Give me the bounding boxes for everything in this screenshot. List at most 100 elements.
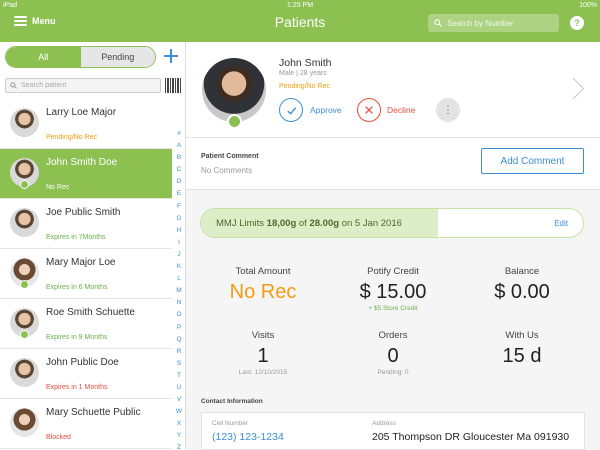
status-bar: iPad 1:25 PM 100%	[3, 2, 597, 12]
avatar	[10, 108, 39, 137]
alphabet-letter[interactable]: W	[176, 406, 182, 418]
verified-badge-icon	[20, 330, 29, 339]
alphabet-letter[interactable]: I	[178, 237, 180, 249]
alphabet-letter[interactable]: C	[177, 164, 182, 176]
alphabet-letter[interactable]: D	[177, 176, 182, 188]
barcode-scan-icon[interactable]	[165, 78, 181, 93]
alphabet-letter[interactable]: H	[177, 225, 182, 237]
list-item[interactable]: John Smith Doe No Rec	[0, 149, 172, 199]
mmj-of: of	[298, 218, 307, 229]
tab-pending[interactable]: Pending	[80, 47, 155, 67]
more-options-icon[interactable]: ⋮	[436, 98, 460, 122]
total-amount-stat: Total Amount No Rec	[198, 266, 328, 304]
alphabet-letter[interactable]: O	[176, 309, 181, 321]
stat-value: 15 d	[502, 345, 542, 367]
orders-stat: Orders 0 Pending: 0	[328, 330, 458, 376]
verified-badge-icon	[227, 114, 242, 129]
alphabet-letter[interactable]: G	[176, 213, 181, 225]
alphabet-letter[interactable]: #	[177, 128, 181, 140]
decline-label[interactable]: Decline	[387, 105, 415, 115]
patient-name: Mary Major Loe	[46, 257, 116, 268]
contact-section-label: Contact Information	[201, 398, 263, 405]
alphabet-letter[interactable]: Q	[176, 334, 181, 346]
cell-number-link[interactable]: (123) 123-1234	[212, 431, 284, 443]
patient-status: Pending/No Rec	[279, 83, 330, 90]
stat-sub: Pending: 0	[377, 369, 409, 376]
alphabet-letter[interactable]: S	[177, 358, 181, 370]
stat-label: Potify Credit	[367, 266, 419, 277]
with-us-stat: With Us 15 d	[457, 330, 587, 368]
alphabet-letter[interactable]: Z	[177, 442, 181, 450]
alphabet-letter[interactable]: V	[177, 394, 181, 406]
balance-stat: Balance $ 0.00	[457, 266, 587, 304]
alphabet-letter[interactable]: F	[177, 201, 181, 213]
add-patient-icon[interactable]	[163, 48, 179, 64]
approve-button[interactable]	[279, 98, 303, 122]
search-placeholder: Search patient	[21, 82, 67, 89]
mmj-limit: 28.00g	[309, 218, 340, 229]
alphabet-letter[interactable]: Y	[177, 430, 181, 442]
visits-stat: Visits 1 Last: 12/10/2015	[198, 330, 328, 376]
patient-list-panel: All Pending Search patient Larry Loe Maj…	[0, 42, 186, 450]
stat-sub: Last: 12/10/2015	[238, 369, 288, 376]
patient-name: John Smith	[279, 57, 332, 69]
add-comment-button[interactable]: Add Comment	[481, 148, 584, 174]
search-placeholder: Search by Number	[447, 18, 514, 28]
stat-value: No Rec	[229, 281, 297, 303]
patient-name: Mary Schuette Public	[46, 407, 141, 418]
mmj-used: 18,00g	[266, 218, 297, 229]
patient-name: Larry Loe Major	[46, 107, 117, 118]
chevron-right-icon[interactable]	[569, 78, 583, 100]
alphabet-letter[interactable]: A	[177, 140, 181, 152]
alphabet-letter[interactable]: M	[176, 285, 181, 297]
patient-search-input[interactable]: Search patient	[5, 78, 161, 93]
filter-segmented-control: All Pending	[5, 46, 156, 68]
alphabet-letter[interactable]: N	[177, 297, 182, 309]
carrier-label: iPad	[3, 2, 18, 9]
stat-label: Visits	[251, 330, 275, 341]
patient-status: Expires in 1 Months	[46, 384, 108, 391]
alphabet-letter[interactable]: R	[177, 346, 182, 358]
tab-all[interactable]: All	[6, 47, 81, 67]
mmj-limits-bar: MMJ Limits 18,00g of 28.00g on 5 Jan 201…	[200, 208, 584, 238]
comment-label: Patient Comment	[201, 153, 259, 160]
patient-status: Expires in 6 Months	[46, 284, 108, 291]
list-item[interactable]: Roe Smith Schuette Expires in 9 Months	[0, 299, 172, 349]
alphabet-letter[interactable]: X	[177, 418, 181, 430]
profile-card: John Smith Male | 28 years Pending/No Re…	[186, 42, 600, 138]
alphabet-letter[interactable]: U	[177, 382, 182, 394]
stat-value: $ 15.00	[359, 281, 427, 303]
alphabet-letter[interactable]: B	[177, 152, 181, 164]
alphabet-letter[interactable]: K	[177, 261, 181, 273]
list-item[interactable]: Larry Loe Major Pending/No Rec	[0, 99, 172, 149]
alphabet-index[interactable]: # A B C D E F G H I J K L M N O P Q R S T U V W X Y Z	[172, 128, 186, 450]
number-search-input[interactable]: Search by Number	[428, 14, 559, 32]
list-item[interactable]: Mary Major Loe Expires in 6 Months	[0, 249, 172, 299]
alphabet-letter[interactable]: L	[177, 273, 181, 285]
mmj-edit-link[interactable]: Edit	[554, 219, 568, 228]
alphabet-letter[interactable]: P	[177, 322, 181, 334]
patient-status: Pending/No Rec	[46, 134, 97, 141]
alphabet-letter[interactable]: J	[177, 249, 180, 261]
alphabet-letter[interactable]: E	[177, 188, 181, 200]
stat-value: $ 0.00	[494, 281, 550, 303]
patient-status: Expires in 7Months	[46, 234, 106, 241]
patient-detail-panel: John Smith Male | 28 years Pending/No Re…	[186, 42, 600, 450]
help-icon[interactable]: ?	[570, 16, 584, 30]
stat-sub: + $5 Store Credit	[368, 305, 418, 312]
patient-status: No Rec	[46, 184, 70, 191]
patient-status: Expires in 9 Months	[46, 334, 108, 341]
list-item[interactable]: John Public Doe Expires in 1 Months	[0, 349, 172, 399]
stat-value: 0	[387, 345, 399, 367]
approve-label[interactable]: Approve	[310, 105, 342, 115]
verified-badge-icon	[20, 180, 29, 189]
avatar	[10, 408, 39, 437]
list-item[interactable]: Joe Public Smith Expires in 7Months	[0, 199, 172, 249]
stat-label: With Us	[505, 330, 539, 341]
comment-value: No Comments	[201, 166, 253, 175]
list-item[interactable]: Mary Schuette Public Blocked	[0, 399, 172, 449]
patient-name: Joe Public Smith	[46, 207, 121, 218]
decline-button[interactable]	[357, 98, 381, 122]
alphabet-letter[interactable]: T	[177, 370, 181, 382]
mmj-date: on 5 Jan 2016	[341, 218, 402, 229]
